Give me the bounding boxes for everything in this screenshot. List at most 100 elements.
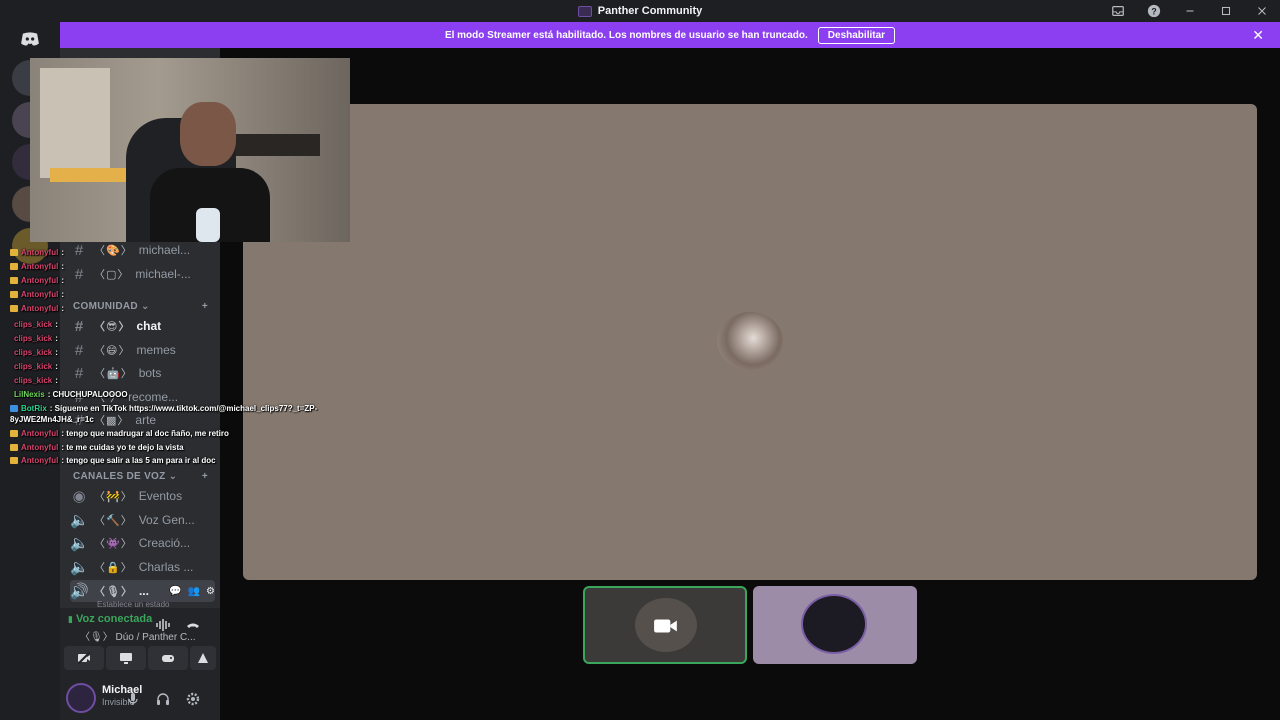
chat-text: : [61,290,64,299]
voice-channel-item-connected[interactable]: 🔊 〈🎙〉 ... 💬 👥 ⚙ [70,580,215,602]
voice-channel-link[interactable]: 〈🎙〉 Dúo / Panther C... [80,628,196,643]
microphone-icon[interactable] [124,690,142,708]
user-panel: Michael Invisible [60,678,220,720]
chat-message: Antonyful: [10,276,64,285]
chat-bubble-icon[interactable]: 💬 [169,586,181,597]
noise-suppression-icon[interactable] [154,616,172,634]
crown-icon [10,249,18,256]
channel-item[interactable]: # 〈😄〉 memes [70,339,215,361]
voice-status[interactable]: ▮ Voz conectada [68,613,152,625]
soundboard-button[interactable] [190,646,216,670]
camera-off-button[interactable] [64,646,104,670]
channel-emoji: 〈👾〉 [94,538,133,550]
minimize-icon[interactable] [1172,0,1208,22]
disable-streamer-mode-button[interactable]: Deshabilitar [817,26,896,44]
crown-icon [10,457,18,464]
server-logo-icon [577,5,592,17]
voice-channel-item[interactable]: ◉ 〈🚧〉 Eventos [70,485,215,507]
discord-home-icon[interactable] [12,28,48,50]
category-community[interactable]: COMUNIDAD ⌄ + [73,301,208,312]
disconnect-icon[interactable] [184,616,202,634]
avatar[interactable] [66,683,96,713]
inbox-icon[interactable] [1100,0,1136,22]
channel-emoji: 〈🤖〉 [94,368,133,380]
add-channel-icon[interactable]: + [202,471,208,482]
window-titlebar: Panther Community ? [0,0,1280,22]
crown-icon [10,430,18,437]
add-channel-icon[interactable]: + [202,301,208,312]
voice-status-text: Voz conectada [76,613,153,625]
speaker-icon: 🔈 [70,559,89,576]
video-stage[interactable] [243,104,1257,580]
channel-emoji: 〈🚧〉 [94,491,133,503]
chat-text: : [61,276,64,285]
window-title: Panther Community [577,5,702,17]
chat-text: : tengo que salir a las 5 am para ir al … [61,456,216,465]
channel-emoji: 〈😄〉 [94,345,131,357]
speaker-icon: 🔈 [70,535,89,552]
crown-icon [10,444,18,451]
screen-share-button[interactable] [106,646,146,670]
channel-name: bots [138,366,162,380]
channel-item[interactable]: # 〈🤖〉 bots [70,362,215,384]
channel-item[interactable]: # 〈▢〉 michael-... [70,263,215,285]
channel-name: Charlas ... [138,560,194,574]
chat-message: clips_kick: [14,348,58,357]
voice-channel-item[interactable]: 🔈 〈🔒〉 Charlas ... [70,556,215,578]
category-voice[interactable]: CANALES DE VOZ ⌄ + [73,471,208,482]
chat-message: clips_kick: [14,362,58,371]
chat-username: Antonyful [21,456,59,465]
channel-name: Voz Gen... [138,513,195,527]
participant-tile-self[interactable] [583,586,747,664]
chat-text: 8yJWE2Mn4JH&_r=1c [10,415,94,424]
channel-name: Creació... [138,536,191,550]
chat-username: Antonyful [21,429,59,438]
channel-name: memes [136,343,176,357]
window-close-icon[interactable] [1244,0,1280,22]
svg-text:?: ? [1151,7,1156,17]
crown-icon [10,263,18,270]
chat-text: : [55,348,58,357]
chat-username: Antonyful [21,276,59,285]
maximize-icon[interactable] [1208,0,1244,22]
help-icon[interactable]: ? [1136,0,1172,22]
headphones-icon[interactable] [154,690,172,708]
chat-username: LilNexis [14,390,45,399]
hash-icon: # [74,341,84,359]
crown-icon [10,291,18,298]
chat-text: : [55,320,58,329]
channel-emoji: 〈▩〉 [94,415,130,427]
chat-text: : CHUCHUPALOOOO [47,390,128,399]
activity-button[interactable] [148,646,188,670]
chat-message: Antonyful: [10,290,64,299]
chat-username: clips_kick [14,320,53,329]
channel-emoji: 〈🔨〉 [94,515,133,527]
participant-avatar[interactable] [717,312,783,370]
voice-channel-item[interactable]: 🔈 〈👾〉 Creació... [70,532,215,554]
close-icon[interactable]: ✕ [1252,27,1264,44]
gear-icon[interactable]: ⚙ [206,586,215,597]
chat-message: Antonyful: [10,248,64,257]
participant-tile[interactable] [753,586,917,664]
channel-emoji: 〈😎〉 [94,321,131,333]
chat-message: Antonyful: tengo que salir a las 5 am pa… [10,456,216,465]
settings-gear-icon[interactable] [184,690,202,708]
crown-icon [10,277,18,284]
category-label: CANALES DE VOZ [73,471,166,482]
channel-item[interactable]: # 〈🎨〉 michael... [70,239,215,261]
chat-username: clips_kick [14,334,53,343]
chat-username: BotRix [21,404,47,413]
camera-off-icon [77,651,91,665]
invite-icon[interactable]: 👥 [188,586,200,597]
chat-username: Antonyful [21,304,59,313]
channel-emoji: 〈🎨〉 [94,245,133,257]
chat-message: Antonyful: [10,304,64,313]
voice-channel-item[interactable]: 🔈 〈🔨〉 Voz Gen... [70,509,215,531]
channel-item-chat[interactable]: # 〈😎〉 chat [70,315,215,337]
channel-name: chat [136,319,162,333]
chat-text: : tengo que madrugar al doc ñaño, me ret… [61,429,229,438]
chat-message: clips_kick: [14,320,58,329]
chat-text: : [55,334,58,343]
chat-message: BotRix: Sígueme en TikTok https://www.ti… [10,404,317,413]
chat-message: Antonyful: [10,262,64,271]
